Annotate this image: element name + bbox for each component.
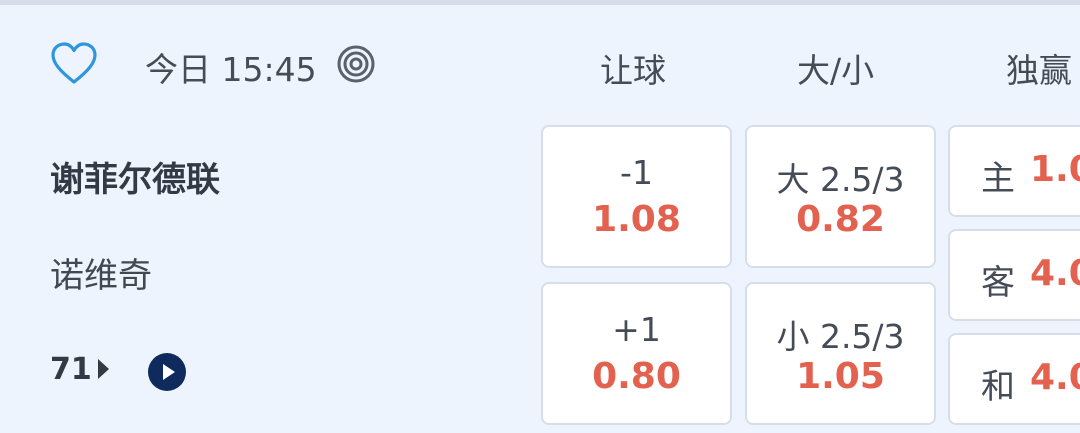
moneyline-price: 1.0 (1030, 149, 1080, 190)
over-under-price: 1.05 (796, 356, 885, 397)
under-odd[interactable]: 小 2.5/3 1.05 (745, 282, 936, 425)
play-video-icon[interactable] (148, 353, 186, 391)
moneyline-label: 和 (981, 367, 1015, 407)
over-odd[interactable]: 大 2.5/3 0.82 (745, 125, 936, 268)
handicap-line: -1 (620, 153, 653, 192)
favorite-heart-icon[interactable] (50, 42, 98, 86)
column-header-moneyline: 独赢 (1006, 51, 1072, 90)
match-time: 今日 15:45 (145, 50, 317, 89)
away-team-name: 诺维奇 (50, 256, 152, 296)
column-header-over-under: 大/小 (797, 51, 875, 90)
column-header-handicap: 让球 (600, 51, 666, 90)
handicap-price: 0.80 (592, 356, 681, 397)
live-target-icon[interactable] (336, 44, 376, 84)
match-header: 今日 15:45 让球 大/小 独赢 (0, 40, 1080, 90)
moneyline-label: 客 (981, 263, 1015, 303)
moneyline-label: 主 (981, 159, 1015, 199)
match-minute: 71 (50, 352, 92, 387)
moneyline-price: 4.0 (1030, 357, 1080, 398)
handicap-price: 1.08 (592, 199, 681, 240)
handicap-line: +1 (612, 310, 661, 349)
over-under-line: 大 2.5/3 (776, 160, 905, 199)
home-team-name: 谢菲尔德联 (50, 160, 220, 200)
moneyline-home-odd[interactable]: 主 1.0 (948, 125, 1080, 217)
moneyline-draw-odd[interactable]: 和 4.0 (948, 333, 1080, 425)
moneyline-away-odd[interactable]: 客 4.0 (948, 229, 1080, 321)
top-divider (0, 0, 1080, 5)
triangle-right-icon[interactable] (98, 359, 109, 379)
over-under-price: 0.82 (796, 199, 885, 240)
over-under-line: 小 2.5/3 (776, 317, 905, 356)
handicap-home-odd[interactable]: -1 1.08 (541, 125, 732, 268)
handicap-away-odd[interactable]: +1 0.80 (541, 282, 732, 425)
moneyline-price: 4.0 (1030, 253, 1080, 294)
